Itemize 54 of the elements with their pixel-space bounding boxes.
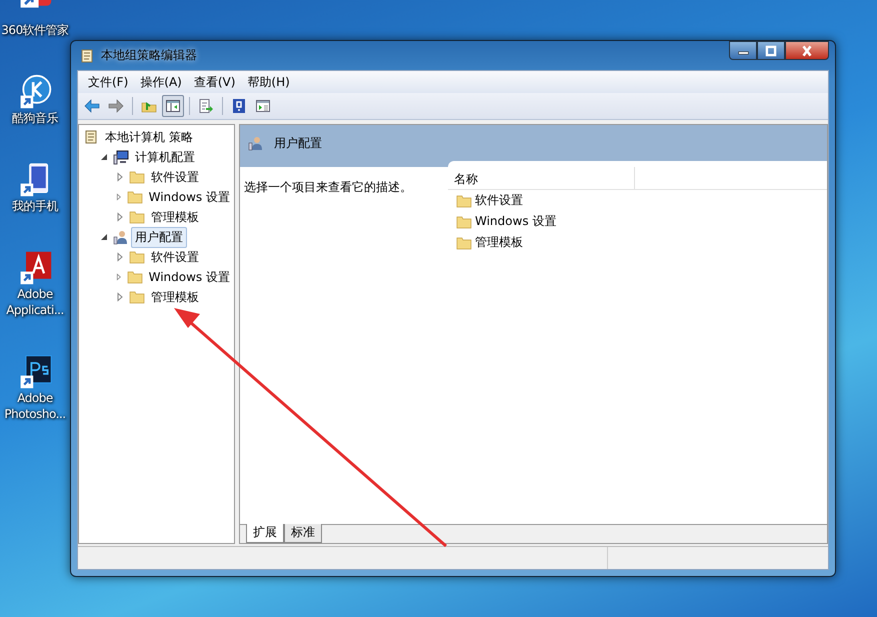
- shortcut-label[interactable]: Adobe Photosho...: [0, 390, 70, 422]
- minimize-button[interactable]: [729, 41, 757, 60]
- menu-item[interactable]: 操作(A): [134, 74, 188, 90]
- tree-item[interactable]: 本地计算机 策略: [101, 126, 197, 148]
- view-tab[interactable]: 标准: [284, 524, 322, 543]
- folder-icon: [456, 214, 472, 230]
- expand-arrow-icon[interactable]: [115, 192, 123, 202]
- pane-icon: [165, 98, 181, 114]
- close-button[interactable]: [785, 41, 829, 60]
- scroll-icon: [79, 48, 95, 64]
- maximize-icon: [764, 44, 778, 56]
- folder-icon: [126, 189, 143, 205]
- view-tab[interactable]: 扩展: [246, 524, 284, 543]
- shortcut-label[interactable]: 360软件管家: [0, 22, 70, 38]
- maximize-button[interactable]: [757, 41, 785, 60]
- collapse-arrow-icon[interactable]: [99, 152, 109, 162]
- tree-item[interactable]: Windows 设置: [144, 186, 234, 208]
- close-icon: [800, 44, 814, 56]
- menu-item[interactable]: 文件(F): [82, 74, 134, 90]
- shortcut-label[interactable]: 我的手机: [0, 198, 70, 214]
- expand-arrow-icon[interactable]: [115, 212, 125, 222]
- pane-toggle-button[interactable]: [162, 95, 184, 117]
- scroll-icon: [83, 129, 99, 145]
- user-icon: [248, 135, 264, 151]
- user-icon: [113, 229, 129, 245]
- tree-item[interactable]: 管理模板: [147, 286, 203, 308]
- folder-icon: [129, 289, 145, 305]
- detail-title: 用户配置: [274, 134, 322, 152]
- tree-item[interactable]: 软件设置: [147, 246, 203, 268]
- minimize-icon: [738, 51, 748, 55]
- tree-item[interactable]: 软件设置: [147, 166, 203, 188]
- expand-arrow-icon[interactable]: [115, 272, 123, 282]
- folder-icon: [456, 192, 472, 208]
- list-item[interactable]: Windows 设置: [475, 213, 556, 230]
- shortcut-label[interactable]: 酷狗音乐: [0, 110, 70, 126]
- column-header[interactable]: 名称: [448, 167, 635, 189]
- folder-icon: [129, 169, 145, 185]
- shortcut-label[interactable]: Adobe Applicati...: [0, 286, 70, 318]
- menu-item[interactable]: 帮助(H): [241, 74, 296, 90]
- tree-item[interactable]: 计算机配置: [131, 146, 199, 168]
- tree-item[interactable]: 管理模板: [147, 206, 203, 228]
- folder-icon: [126, 269, 143, 285]
- expand-arrow-icon[interactable]: [115, 172, 125, 182]
- tree-item[interactable]: Windows 设置: [144, 266, 234, 288]
- window-title: 本地组策略编辑器: [101, 47, 198, 64]
- tree-item[interactable]: 用户配置: [131, 226, 187, 248]
- list-item[interactable]: 软件设置: [475, 192, 523, 209]
- expand-arrow-icon[interactable]: [115, 292, 125, 302]
- menu-item[interactable]: 查看(V): [188, 74, 242, 90]
- computer-icon: [113, 149, 129, 165]
- collapse-arrow-icon[interactable]: [99, 232, 109, 242]
- folder-icon: [456, 234, 472, 250]
- expand-arrow-icon[interactable]: [115, 252, 125, 262]
- list-item[interactable]: 管理模板: [475, 234, 523, 251]
